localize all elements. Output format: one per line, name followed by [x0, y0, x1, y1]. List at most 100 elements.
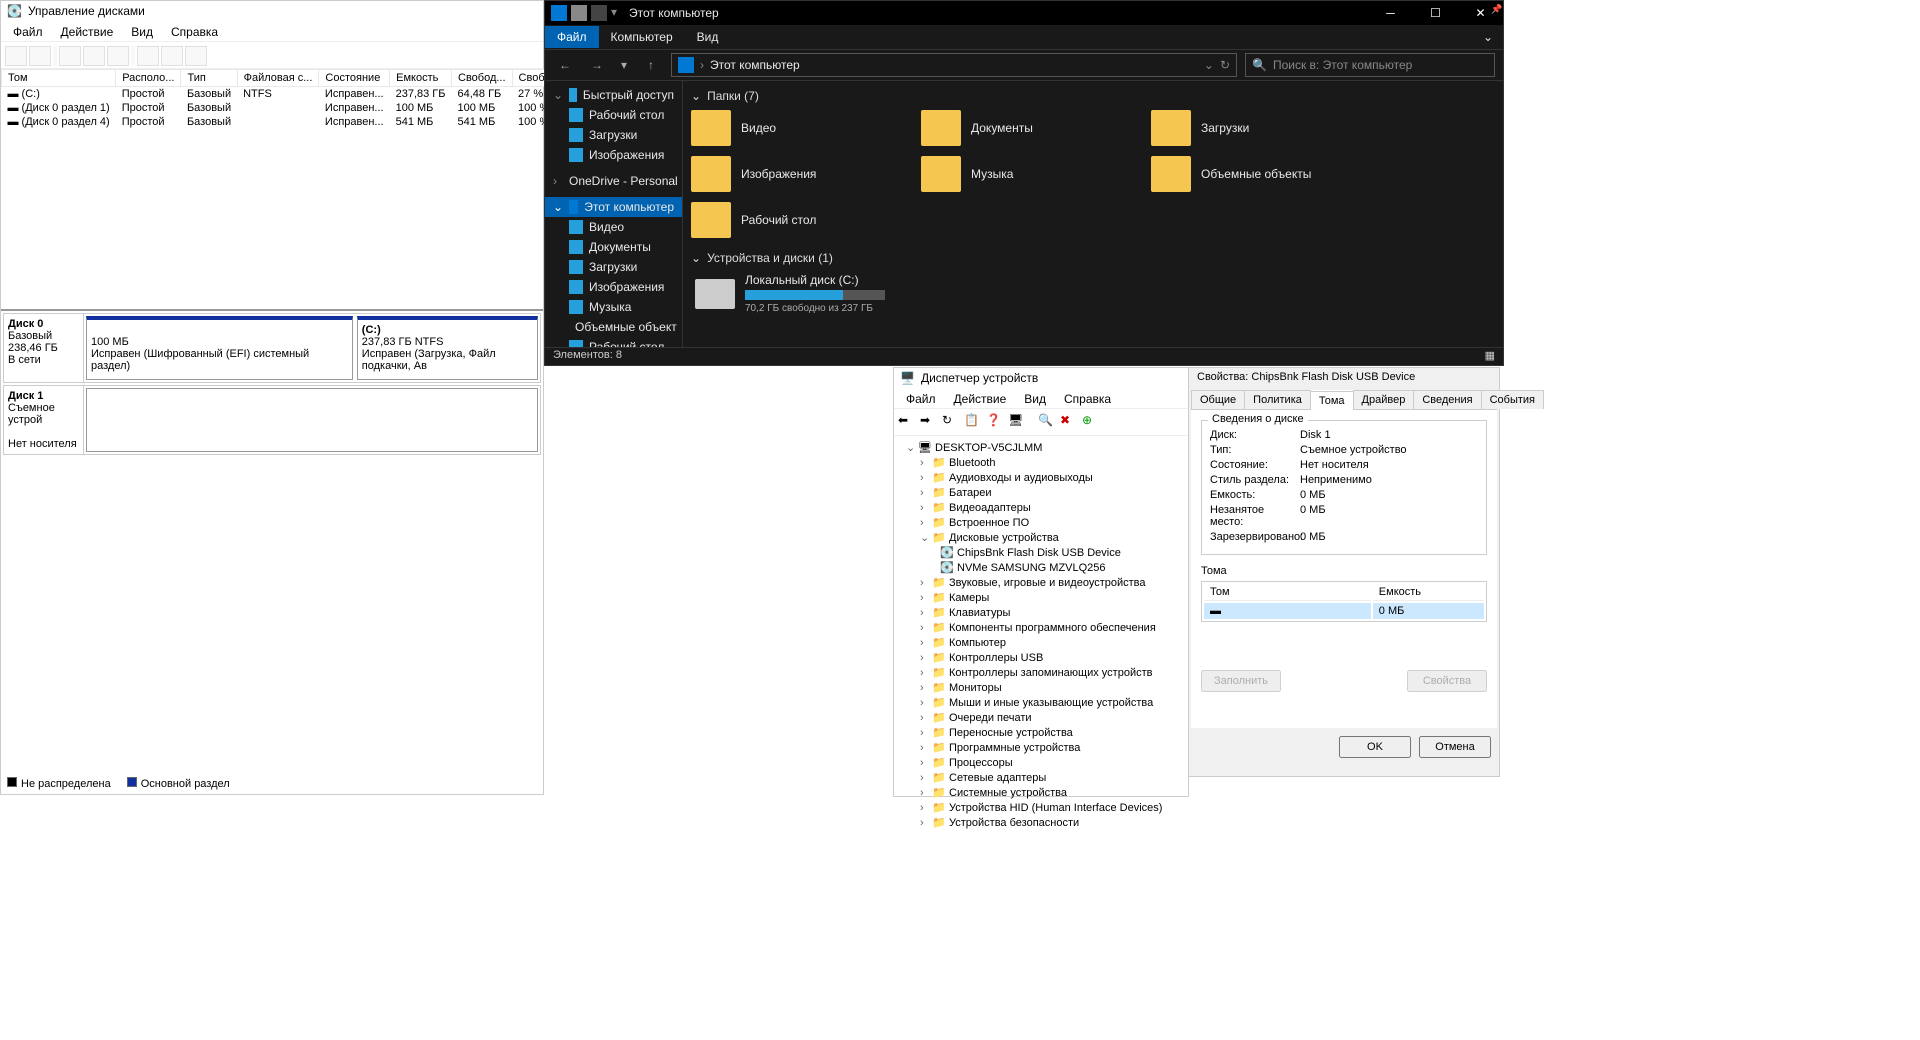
dg-menu-view[interactable]: Вид — [1016, 390, 1054, 406]
nav-fwd-icon[interactable]: → — [585, 53, 609, 77]
dm-menu-action[interactable]: Действие — [53, 23, 122, 39]
tree-category[interactable]: ›📁Мыши и иные указывающие устройства — [898, 695, 1184, 710]
side-3d[interactable]: Объемные объект — [545, 317, 682, 337]
col-name[interactable]: Том — [2, 70, 116, 87]
volumes-table[interactable]: Том Емкость ▬ 0 МБ — [1201, 581, 1487, 622]
folder-item[interactable]: Изображения — [691, 153, 891, 195]
tb-fwd-icon[interactable] — [29, 46, 51, 66]
tree-category[interactable]: ›📁Системные устройства — [898, 785, 1184, 800]
tree-category[interactable]: ›📁Компоненты программного обеспечения — [898, 620, 1184, 635]
col-layout[interactable]: Располо... — [116, 70, 181, 87]
col-free[interactable]: Свобод... — [452, 70, 513, 87]
side-thispc[interactable]: ⌄Этот компьютер — [545, 197, 682, 217]
ribbon-view[interactable]: Вид — [685, 26, 731, 48]
col-status[interactable]: Состояние — [319, 70, 390, 87]
folder-item[interactable]: Объемные объекты — [1151, 153, 1351, 195]
folder-item[interactable]: Музыка — [921, 153, 1121, 195]
tree-device[interactable]: 💽ChipsBnk Flash Disk USB Device — [898, 545, 1184, 560]
folder-item[interactable]: Загрузки — [1151, 107, 1351, 149]
side-music[interactable]: Музыка — [545, 297, 682, 317]
tb-layout3-icon[interactable] — [185, 46, 207, 66]
tree-category[interactable]: ›📁Мониторы — [898, 680, 1184, 695]
tb-help-icon[interactable] — [107, 46, 129, 66]
tree-category[interactable]: ›📁Видеоадаптеры — [898, 500, 1184, 515]
search-box[interactable]: 🔍 Поиск в: Этот компьютер — [1245, 53, 1495, 77]
dg-refresh-icon[interactable]: ↻ — [942, 413, 962, 431]
tab-general[interactable]: Общие — [1191, 390, 1245, 409]
address-bar[interactable]: › Этот компьютер ⌄ ↻ — [671, 53, 1237, 77]
dg-back-icon[interactable]: ⬅ — [898, 413, 918, 431]
dg-menu-action[interactable]: Действие — [946, 390, 1015, 406]
disk0-row[interactable]: Диск 0 Базовый 238,46 ГБ В сети 100 МБ И… — [3, 313, 541, 383]
maximize-button[interactable]: ☐ — [1413, 1, 1458, 25]
tab-policy[interactable]: Политика — [1244, 390, 1311, 409]
tree-category[interactable]: ›📁Контроллеры запоминающих устройств — [898, 665, 1184, 680]
btn-cancel[interactable]: Отмена — [1419, 736, 1491, 758]
dm-menu-view[interactable]: Вид — [123, 23, 161, 39]
dg-props-icon[interactable]: 📋 — [964, 413, 984, 431]
side-downloads[interactable]: Загрузки📌 — [545, 125, 682, 145]
side-downloads2[interactable]: Загрузки — [545, 257, 682, 277]
dg-help-icon[interactable]: ❓ — [986, 413, 1006, 431]
dg-fwd-icon[interactable]: ➡ — [920, 413, 940, 431]
disk1-row[interactable]: Диск 1 Съемное устрой Нет носителя — [3, 385, 541, 455]
disk0-p2[interactable]: (C:) 237,83 ГБ NTFS Исправен (Загрузка, … — [357, 316, 538, 380]
col-fs[interactable]: Файловая с... — [237, 70, 319, 87]
tree-category[interactable]: ›📁Устройства HID (Human Interface Device… — [898, 800, 1184, 815]
vol-row[interactable]: ▬ 0 МБ — [1204, 603, 1484, 619]
dg-disable-icon[interactable]: ✖ — [1060, 413, 1080, 431]
folder-item[interactable]: Рабочий стол — [691, 199, 891, 241]
dm-menu-file[interactable]: Файл — [5, 23, 51, 39]
addr-dropdown-icon[interactable]: ⌄ — [1204, 58, 1214, 72]
side-quick[interactable]: ⌄Быстрый доступ — [545, 85, 682, 105]
dm-menu-help[interactable]: Справка — [163, 23, 226, 39]
tree-category[interactable]: ›📁Батареи — [898, 485, 1184, 500]
folder-item[interactable]: Видео — [691, 107, 891, 149]
ribbon-computer[interactable]: Компьютер — [599, 26, 685, 48]
btn-ok[interactable]: OK — [1339, 736, 1411, 758]
tree-category[interactable]: ›📁Программные устройства — [898, 740, 1184, 755]
dg-enable-icon[interactable]: ⊕ — [1082, 413, 1102, 431]
tree-category[interactable]: ›📁Bluetooth — [898, 455, 1184, 470]
vol-th-name[interactable]: Том — [1204, 584, 1371, 601]
dg-tree[interactable]: ⌄🖥DESKTOP-V5CJLMM›📁Bluetooth›📁Аудиовходы… — [894, 436, 1188, 834]
nav-back-icon[interactable]: ← — [553, 53, 577, 77]
tree-device[interactable]: 💽NVMe SAMSUNG MZVLQ256 — [898, 560, 1184, 575]
tree-category[interactable]: ›📁Камеры — [898, 590, 1184, 605]
tree-category[interactable]: ›📁Сетевые адаптеры — [898, 770, 1184, 785]
ribbon-expand-icon[interactable]: ⌄ — [1473, 30, 1503, 44]
dg-monitor-icon[interactable]: 🖥 — [1008, 413, 1028, 431]
tree-category[interactable]: ›📁Переносные устройства — [898, 725, 1184, 740]
tb-back-icon[interactable] — [5, 46, 27, 66]
addr-refresh-icon[interactable]: ↻ — [1220, 58, 1230, 72]
col-type[interactable]: Тип — [181, 70, 237, 87]
tree-category[interactable]: ›📁Клавиатуры — [898, 605, 1184, 620]
tb-props-icon[interactable] — [83, 46, 105, 66]
tree-category[interactable]: ›📁Звуковые, игровые и видеоустройства — [898, 575, 1184, 590]
side-documents[interactable]: Документы — [545, 237, 682, 257]
drive-c[interactable]: Локальный диск (C:) 70,2 ГБ свободно из … — [691, 269, 951, 318]
tb-layout2-icon[interactable] — [161, 46, 183, 66]
tree-root[interactable]: ⌄🖥DESKTOP-V5CJLMM — [898, 440, 1184, 455]
side-video[interactable]: Видео — [545, 217, 682, 237]
tree-category[interactable]: ›📁Встроенное ПО — [898, 515, 1184, 530]
ex-content[interactable]: ⌄Папки (7) ВидеоДокументыЗагрузкиИзображ… — [683, 81, 1503, 349]
dg-menu-help[interactable]: Справка — [1056, 390, 1119, 406]
tab-volumes[interactable]: Тома — [1310, 391, 1354, 410]
group-drives-head[interactable]: ⌄Устройства и диски (1) — [691, 247, 1495, 269]
addr-text[interactable]: Этот компьютер — [710, 58, 800, 72]
side-desktop[interactable]: Рабочий стол📌 — [545, 105, 682, 125]
view-details-icon[interactable]: ▦ — [1485, 349, 1495, 362]
side-pictures[interactable]: Изображения📌 — [545, 145, 682, 165]
dg-menu-file[interactable]: Файл — [898, 390, 944, 406]
side-onedrive[interactable]: ›OneDrive - Personal — [545, 171, 682, 191]
tree-category[interactable]: ⌄📁Дисковые устройства — [898, 530, 1184, 545]
table-row[interactable]: ▬ (Диск 0 раздел 1)ПростойБазовыйИсправе… — [2, 101, 589, 115]
nav-recent-icon[interactable]: ▾ — [617, 53, 631, 77]
vol-th-cap[interactable]: Емкость — [1373, 584, 1484, 601]
nav-up-icon[interactable]: ↑ — [639, 53, 663, 77]
folder-item[interactable]: Документы — [921, 107, 1121, 149]
col-cap[interactable]: Емкость — [390, 70, 452, 87]
tab-driver[interactable]: Драйвер — [1353, 390, 1415, 409]
side-pictures2[interactable]: Изображения — [545, 277, 682, 297]
